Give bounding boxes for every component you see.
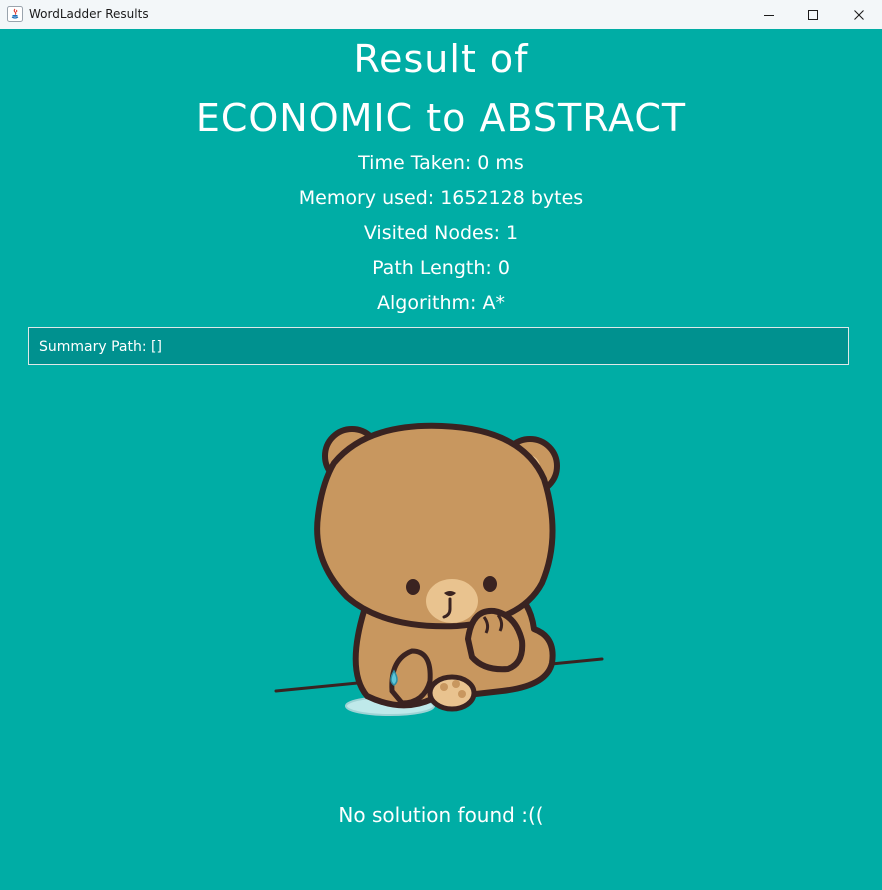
no-solution-message: No solution found :(( <box>338 803 544 827</box>
memory-used-label: Memory used: 1652128 bytes <box>298 187 584 209</box>
summary-path-field[interactable]: Summary Path: [] <box>28 327 849 365</box>
time-taken-label: Time Taken: 0 ms <box>358 152 524 174</box>
java-app-icon <box>7 6 23 22</box>
result-heading-line1: Result of <box>353 37 529 81</box>
algorithm-label: Algorithm: A* <box>377 292 505 314</box>
maximize-icon <box>808 9 818 20</box>
visited-nodes-label: Visited Nodes: 1 <box>363 222 519 244</box>
minimize-button[interactable] <box>746 0 792 29</box>
close-icon <box>854 9 864 20</box>
maximize-button[interactable] <box>790 0 836 29</box>
minimize-icon <box>764 14 774 16</box>
sad-bear-illustration <box>274 422 604 716</box>
summary-path-text: Summary Path: [] <box>39 339 162 355</box>
path-length-label: Path Length: 0 <box>372 257 510 279</box>
results-content: Result of ECONOMIC to ABSTRACT Time Take… <box>0 29 882 890</box>
results-window: WordLadder Results Result of ECONOMIC to… <box>0 0 882 890</box>
result-heading-line2: ECONOMIC to ABSTRACT <box>195 96 687 140</box>
close-button[interactable] <box>836 0 882 29</box>
window-title: WordLadder Results <box>29 7 149 21</box>
title-bar[interactable]: WordLadder Results <box>0 0 882 29</box>
